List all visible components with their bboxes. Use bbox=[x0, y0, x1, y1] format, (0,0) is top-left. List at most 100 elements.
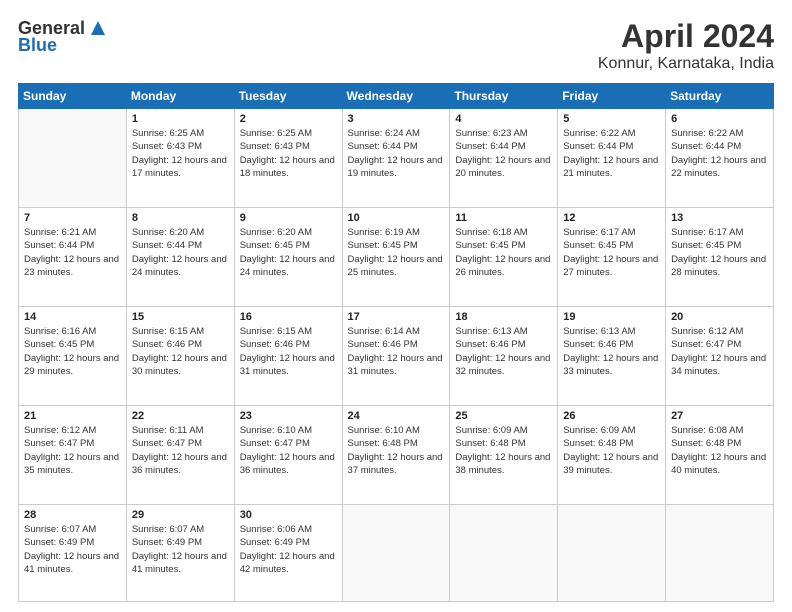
cell-sunrise: Sunrise: 6:22 AM bbox=[563, 127, 660, 140]
cell-sunset: Sunset: 6:43 PM bbox=[132, 140, 229, 153]
cell-info: Sunrise: 6:18 AMSunset: 6:45 PMDaylight:… bbox=[455, 226, 552, 279]
cell-info: Sunrise: 6:25 AMSunset: 6:43 PMDaylight:… bbox=[240, 127, 337, 180]
cell-date: 26 bbox=[563, 410, 660, 422]
cell-sunset: Sunset: 6:47 PM bbox=[24, 437, 121, 450]
cell-sunrise: Sunrise: 6:16 AM bbox=[24, 325, 121, 338]
cell-daylight: Daylight: 12 hours and 24 minutes. bbox=[132, 253, 229, 280]
cell-info: Sunrise: 6:22 AMSunset: 6:44 PMDaylight:… bbox=[563, 127, 660, 180]
table-row: 15Sunrise: 6:15 AMSunset: 6:46 PMDayligh… bbox=[126, 307, 234, 406]
cell-date: 10 bbox=[348, 212, 445, 224]
col-tuesday: Tuesday bbox=[234, 84, 342, 109]
calendar-title: April 2024 bbox=[598, 18, 774, 55]
cell-sunset: Sunset: 6:47 PM bbox=[132, 437, 229, 450]
cell-date: 15 bbox=[132, 311, 229, 323]
cell-daylight: Daylight: 12 hours and 17 minutes. bbox=[132, 154, 229, 181]
cell-daylight: Daylight: 12 hours and 34 minutes. bbox=[671, 352, 768, 379]
table-row: 27Sunrise: 6:08 AMSunset: 6:48 PMDayligh… bbox=[666, 406, 774, 505]
cell-date: 20 bbox=[671, 311, 768, 323]
table-row: 9Sunrise: 6:20 AMSunset: 6:45 PMDaylight… bbox=[234, 208, 342, 307]
cell-date: 16 bbox=[240, 311, 337, 323]
cell-sunset: Sunset: 6:48 PM bbox=[671, 437, 768, 450]
cell-date: 6 bbox=[671, 113, 768, 125]
table-row: 7Sunrise: 6:21 AMSunset: 6:44 PMDaylight… bbox=[19, 208, 127, 307]
cell-info: Sunrise: 6:10 AMSunset: 6:48 PMDaylight:… bbox=[348, 424, 445, 477]
cell-daylight: Daylight: 12 hours and 24 minutes. bbox=[240, 253, 337, 280]
cell-daylight: Daylight: 12 hours and 27 minutes. bbox=[563, 253, 660, 280]
cell-daylight: Daylight: 12 hours and 37 minutes. bbox=[348, 451, 445, 478]
cell-sunset: Sunset: 6:44 PM bbox=[132, 239, 229, 252]
cell-sunset: Sunset: 6:46 PM bbox=[455, 338, 552, 351]
cell-daylight: Daylight: 12 hours and 29 minutes. bbox=[24, 352, 121, 379]
logo: General Blue bbox=[18, 18, 109, 56]
cell-daylight: Daylight: 12 hours and 18 minutes. bbox=[240, 154, 337, 181]
cell-sunset: Sunset: 6:45 PM bbox=[455, 239, 552, 252]
calendar-header-row: Sunday Monday Tuesday Wednesday Thursday… bbox=[19, 84, 774, 109]
cell-sunset: Sunset: 6:46 PM bbox=[563, 338, 660, 351]
cell-daylight: Daylight: 12 hours and 41 minutes. bbox=[132, 550, 229, 577]
cell-daylight: Daylight: 12 hours and 33 minutes. bbox=[563, 352, 660, 379]
table-row: 16Sunrise: 6:15 AMSunset: 6:46 PMDayligh… bbox=[234, 307, 342, 406]
cell-sunrise: Sunrise: 6:10 AM bbox=[348, 424, 445, 437]
cell-info: Sunrise: 6:06 AMSunset: 6:49 PMDaylight:… bbox=[240, 523, 337, 576]
cell-daylight: Daylight: 12 hours and 31 minutes. bbox=[348, 352, 445, 379]
cell-sunset: Sunset: 6:49 PM bbox=[240, 536, 337, 549]
cell-sunset: Sunset: 6:44 PM bbox=[24, 239, 121, 252]
col-sunday: Sunday bbox=[19, 84, 127, 109]
cell-sunrise: Sunrise: 6:11 AM bbox=[132, 424, 229, 437]
table-row: 6Sunrise: 6:22 AMSunset: 6:44 PMDaylight… bbox=[666, 109, 774, 208]
cell-sunrise: Sunrise: 6:09 AM bbox=[455, 424, 552, 437]
cell-info: Sunrise: 6:11 AMSunset: 6:47 PMDaylight:… bbox=[132, 424, 229, 477]
cell-sunrise: Sunrise: 6:25 AM bbox=[240, 127, 337, 140]
cell-daylight: Daylight: 12 hours and 19 minutes. bbox=[348, 154, 445, 181]
cell-info: Sunrise: 6:25 AMSunset: 6:43 PMDaylight:… bbox=[132, 127, 229, 180]
logo-icon bbox=[87, 17, 109, 39]
cell-date: 24 bbox=[348, 410, 445, 422]
cell-info: Sunrise: 6:09 AMSunset: 6:48 PMDaylight:… bbox=[563, 424, 660, 477]
cell-sunrise: Sunrise: 6:13 AM bbox=[455, 325, 552, 338]
cell-info: Sunrise: 6:16 AMSunset: 6:45 PMDaylight:… bbox=[24, 325, 121, 378]
cell-date: 29 bbox=[132, 509, 229, 521]
cell-sunrise: Sunrise: 6:12 AM bbox=[24, 424, 121, 437]
col-monday: Monday bbox=[126, 84, 234, 109]
cell-sunrise: Sunrise: 6:07 AM bbox=[132, 523, 229, 536]
cell-sunrise: Sunrise: 6:19 AM bbox=[348, 226, 445, 239]
col-saturday: Saturday bbox=[666, 84, 774, 109]
cell-sunset: Sunset: 6:45 PM bbox=[563, 239, 660, 252]
cell-date: 30 bbox=[240, 509, 337, 521]
table-row: 22 Sunrise: 6:11 AMSunset: 6:47 PMDayligh… bbox=[126, 406, 234, 505]
cell-daylight: Daylight: 12 hours and 22 minutes. bbox=[671, 154, 768, 181]
cell-sunset: Sunset: 6:45 PM bbox=[348, 239, 445, 252]
table-row: 2Sunrise: 6:25 AMSunset: 6:43 PMDaylight… bbox=[234, 109, 342, 208]
header: General Blue April 2024 Konnur, Karnatak… bbox=[18, 18, 774, 73]
cell-sunset: Sunset: 6:49 PM bbox=[132, 536, 229, 549]
cell-daylight: Daylight: 12 hours and 21 minutes. bbox=[563, 154, 660, 181]
calendar-row: 1Sunrise: 6:25 AMSunset: 6:43 PMDaylight… bbox=[19, 109, 774, 208]
cell-info: Sunrise: 6:12 AMSunset: 6:47 PMDaylight:… bbox=[671, 325, 768, 378]
cell-date: 22 bbox=[132, 410, 229, 422]
cell-info: Sunrise: 6:19 AMSunset: 6:45 PMDaylight:… bbox=[348, 226, 445, 279]
cell-sunrise: Sunrise: 6:22 AM bbox=[671, 127, 768, 140]
cell-info: Sunrise: 6:13 AMSunset: 6:46 PMDaylight:… bbox=[563, 325, 660, 378]
table-row: 3Sunrise: 6:24 AMSunset: 6:44 PMDaylight… bbox=[342, 109, 450, 208]
cell-sunrise: Sunrise: 6:10 AM bbox=[240, 424, 337, 437]
cell-info: Sunrise: 6:21 AMSunset: 6:44 PMDaylight:… bbox=[24, 226, 121, 279]
cell-sunrise: Sunrise: 6:13 AM bbox=[563, 325, 660, 338]
cell-date: 1 bbox=[132, 113, 229, 125]
cell-sunrise: Sunrise: 6:15 AM bbox=[132, 325, 229, 338]
table-row: 14Sunrise: 6:16 AMSunset: 6:45 PMDayligh… bbox=[19, 307, 127, 406]
cell-sunrise: Sunrise: 6:21 AM bbox=[24, 226, 121, 239]
cell-info: Sunrise: 6:20 AMSunset: 6:44 PMDaylight:… bbox=[132, 226, 229, 279]
cell-sunset: Sunset: 6:48 PM bbox=[455, 437, 552, 450]
table-row: 26 Sunrise: 6:09 AMSunset: 6:48 PMDayligh… bbox=[558, 406, 666, 505]
cell-daylight: Daylight: 12 hours and 36 minutes. bbox=[240, 451, 337, 478]
cell-sunset: Sunset: 6:44 PM bbox=[563, 140, 660, 153]
cell-daylight: Daylight: 12 hours and 20 minutes. bbox=[455, 154, 552, 181]
cell-daylight: Daylight: 12 hours and 42 minutes. bbox=[240, 550, 337, 577]
cell-sunrise: Sunrise: 6:14 AM bbox=[348, 325, 445, 338]
table-row bbox=[666, 505, 774, 602]
cell-info: Sunrise: 6:13 AMSunset: 6:46 PMDaylight:… bbox=[455, 325, 552, 378]
cell-daylight: Daylight: 12 hours and 32 minutes. bbox=[455, 352, 552, 379]
cell-sunset: Sunset: 6:45 PM bbox=[671, 239, 768, 252]
calendar-row: 14Sunrise: 6:16 AMSunset: 6:45 PMDayligh… bbox=[19, 307, 774, 406]
cell-daylight: Daylight: 12 hours and 38 minutes. bbox=[455, 451, 552, 478]
